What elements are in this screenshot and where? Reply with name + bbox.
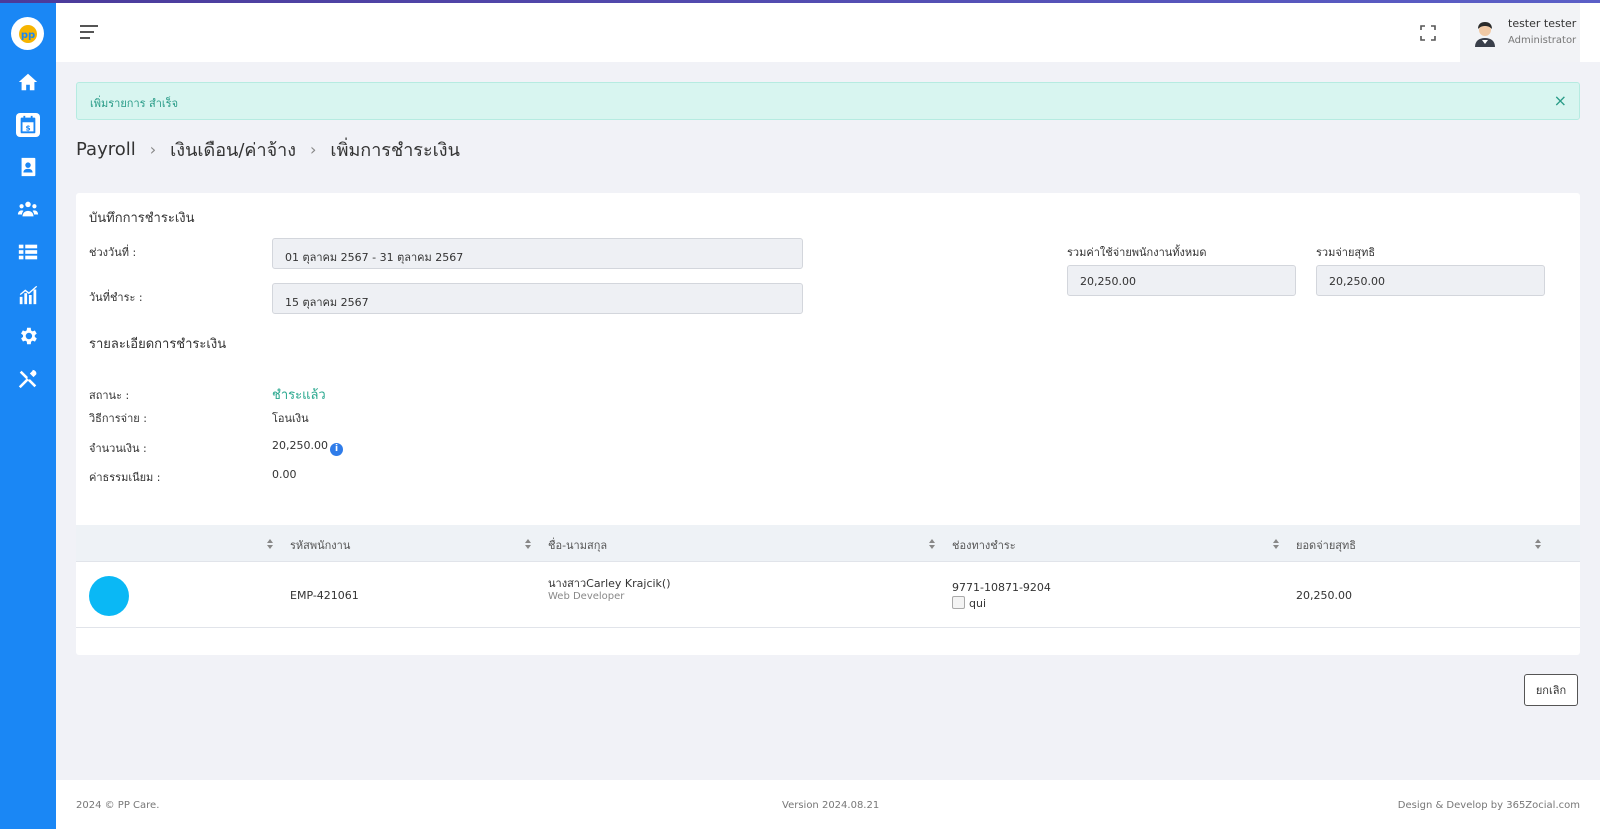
column-name[interactable]: ชื่อ-นามสกุล: [548, 536, 607, 554]
alert-message: เพิ่มรายการ สำเร็จ: [90, 97, 179, 110]
employee-name-cell: นางสาวCarley Krajcik(): [548, 577, 671, 590]
sidebar: pp $: [0, 0, 56, 829]
method-label: วิธีการจ่าย :: [89, 412, 147, 425]
user-name: tester tester: [1508, 17, 1577, 30]
svg-text:pp: pp: [20, 30, 34, 41]
sort-icon[interactable]: [524, 538, 532, 550]
sort-icon[interactable]: [928, 538, 936, 550]
footer-copyright: 2024 © PP Care.: [76, 800, 160, 811]
tools-icon[interactable]: [16, 367, 40, 391]
footer-version: Version 2024.08.21: [782, 800, 880, 811]
chevron-right-icon: ›: [149, 140, 157, 159]
team-icon[interactable]: [16, 197, 40, 221]
breadcrumb-item-payroll[interactable]: Payroll: [76, 139, 136, 160]
total-expense-field[interactable]: 20,250.00: [1067, 265, 1296, 296]
sort-icon[interactable]: [1534, 538, 1542, 550]
user-menu[interactable]: tester tester Administrator: [1460, 3, 1580, 62]
status-label: สถานะ :: [89, 389, 130, 402]
method-value: โอนเงิน: [272, 412, 309, 425]
fullscreen-icon[interactable]: [1420, 25, 1436, 41]
chevron-right-icon: ›: [310, 140, 317, 159]
payroll-calendar-icon[interactable]: $: [16, 113, 40, 137]
footer: 2024 © PP Care. Version 2024.08.21 Desig…: [56, 780, 1600, 829]
app-logo[interactable]: pp: [11, 17, 44, 50]
user-avatar-icon: [1472, 19, 1498, 47]
column-employee-id[interactable]: รหัสพนักงาน: [290, 536, 350, 554]
settings-gear-icon[interactable]: [16, 324, 40, 348]
contact-book-icon[interactable]: [16, 155, 40, 179]
employee-avatar: [89, 576, 129, 616]
fee-label: ค่าธรรมเนียม :: [89, 471, 161, 484]
user-role: Administrator: [1508, 35, 1577, 46]
top-accent-line: [0, 0, 1600, 3]
employee-position-cell: Web Developer: [548, 591, 625, 602]
pay-date-label: วันที่ชำระ :: [89, 291, 143, 304]
column-net-pay[interactable]: ยอดจ่ายสุทธิ: [1296, 536, 1356, 554]
breadcrumb-item-salary[interactable]: เงินเดือน/ค่าจ้าง: [170, 135, 296, 164]
bank-cell: qui: [952, 596, 986, 610]
payment-details-title: รายละเอียดการชำระเงิน: [89, 337, 227, 352]
info-icon[interactable]: i: [329, 443, 343, 456]
menu-toggle-icon[interactable]: [80, 25, 98, 39]
top-bar: tester tester Administrator: [56, 3, 1600, 62]
amount-value-wrap: 20,250.00 i: [272, 439, 343, 456]
amount-value: 20,250.00: [272, 439, 328, 452]
bank-name: qui: [969, 597, 987, 610]
list-icon[interactable]: [16, 240, 40, 264]
close-icon[interactable]: ×: [1554, 92, 1567, 110]
sort-icon[interactable]: [266, 538, 274, 550]
table-header: รหัสพนักงาน ชื่อ-นามสกุล ช่องทางชำระ ยอด…: [76, 525, 1580, 562]
bank-logo-icon: [952, 596, 965, 609]
payment-record-title: บันทึกการชำระเงิน: [89, 211, 195, 226]
column-payment-channel[interactable]: ช่องทางชำระ: [952, 536, 1016, 554]
period-field[interactable]: 01 ตุลาคม 2567 - 31 ตุลาคม 2567: [272, 238, 803, 269]
breadcrumb: Payroll › เงินเดือน/ค่าจ้าง › เพิ่มการชำ…: [76, 135, 460, 164]
sort-icon[interactable]: [1272, 538, 1280, 550]
net-pay-cell: 20,250.00: [1296, 589, 1352, 602]
total-expense-label: รวมค่าใช้จ่ายพนักงานทั้งหมด: [1067, 246, 1207, 259]
breadcrumb-item-add-payment: เพิ่มการชำระเงิน: [330, 140, 460, 161]
employee-id-cell: EMP-421061: [290, 589, 359, 602]
cancel-button[interactable]: ยกเลิก: [1524, 674, 1578, 706]
payment-card: บันทึกการชำระเงิน ช่วงวันที่ : 01 ตุลาคม…: [76, 193, 1580, 655]
fee-value: 0.00: [272, 468, 297, 481]
svg-text:$: $: [25, 124, 30, 133]
net-total-label: รวมจ่ายสุทธิ: [1316, 246, 1376, 259]
footer-credit: Design & Develop by 365Zocial.com: [1397, 800, 1580, 811]
period-label: ช่วงวันที่ :: [89, 246, 137, 259]
account-number-cell: 9771-10871-9204: [952, 581, 1051, 594]
success-alert: เพิ่มรายการ สำเร็จ ×: [76, 82, 1580, 120]
net-total-field[interactable]: 20,250.00: [1316, 265, 1545, 296]
home-icon[interactable]: [16, 70, 40, 94]
table-row[interactable]: EMP-421061 นางสาวCarley Krajcik() Web De…: [76, 562, 1580, 628]
pay-date-field[interactable]: 15 ตุลาคม 2567: [272, 283, 803, 314]
chart-icon[interactable]: [16, 283, 40, 307]
status-badge: ชำระแล้ว: [272, 388, 326, 403]
amount-label: จำนวนเงิน :: [89, 442, 147, 455]
